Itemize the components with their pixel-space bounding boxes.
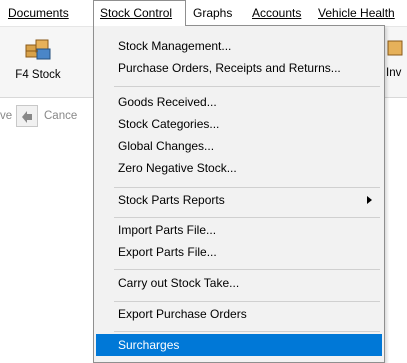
menu-item-stock-parts-reports[interactable]: Stock Parts Reports — [96, 189, 382, 211]
menu-item-stock-categories[interactable]: Stock Categories... — [96, 113, 382, 135]
menu-separator — [114, 86, 380, 87]
menu-item-global-changes[interactable]: Global Changes... — [96, 135, 382, 157]
menu-documents-label: Documents — [8, 6, 69, 20]
cancel-icon[interactable] — [16, 105, 38, 127]
menu-item-purchase-orders[interactable]: Purchase Orders, Receipts and Returns... — [96, 57, 382, 79]
menu-documents[interactable]: Documents — [2, 0, 75, 26]
menu-item-stock-management[interactable]: Stock Management... — [96, 35, 382, 57]
f4-stock-label: F4 Stock — [15, 69, 61, 81]
stock-control-dropdown: Stock Management... Purchase Orders, Rec… — [93, 25, 385, 363]
stock-boxes-icon — [23, 37, 53, 61]
menu-item-goods-received[interactable]: Goods Received... — [96, 91, 382, 113]
menu-item-export-parts-file[interactable]: Export Parts File... — [96, 241, 382, 263]
menu-accounts[interactable]: Accounts — [246, 0, 307, 26]
menu-graphs-label: Graphs — [193, 6, 233, 20]
f4-stock-button[interactable]: F4 Stock — [4, 37, 72, 93]
inventory-button-partial[interactable]: Inv — [386, 37, 407, 87]
stock-parts-reports-label: Stock Parts Reports — [118, 193, 225, 207]
menu-stock-control[interactable]: Stock Control — [93, 0, 186, 26]
menu-item-carry-out-stock-take[interactable]: Carry out Stock Take... — [96, 272, 382, 294]
menu-stock-control-label: Stock Control — [100, 6, 173, 20]
menu-vehicle-health-label: Vehicle Health — [318, 6, 395, 20]
menu-vehicle-health[interactable]: Vehicle Health — [312, 0, 401, 26]
inventory-label-partial: Inv — [386, 67, 402, 79]
menu-bar: Documents Stock Control Graphs Accounts … — [0, 0, 407, 27]
menu-accounts-label: Accounts — [252, 6, 302, 20]
menu-graphs[interactable]: Graphs — [187, 0, 238, 26]
menu-separator — [114, 331, 380, 332]
inventory-icon — [386, 37, 406, 64]
cancel-button-label[interactable]: Cance — [44, 110, 77, 122]
submenu-arrow-icon — [367, 196, 372, 204]
partial-toolbar-text: ve — [0, 110, 13, 122]
menu-separator — [114, 187, 380, 188]
menu-item-surcharges[interactable]: Surcharges — [96, 334, 382, 356]
menu-separator — [114, 269, 380, 270]
menu-item-zero-negative-stock[interactable]: Zero Negative Stock... — [96, 157, 382, 179]
menu-separator — [114, 217, 380, 218]
menu-item-export-purchase-orders[interactable]: Export Purchase Orders — [96, 303, 382, 325]
menu-item-import-parts-file[interactable]: Import Parts File... — [96, 219, 382, 241]
menu-separator — [114, 301, 380, 302]
